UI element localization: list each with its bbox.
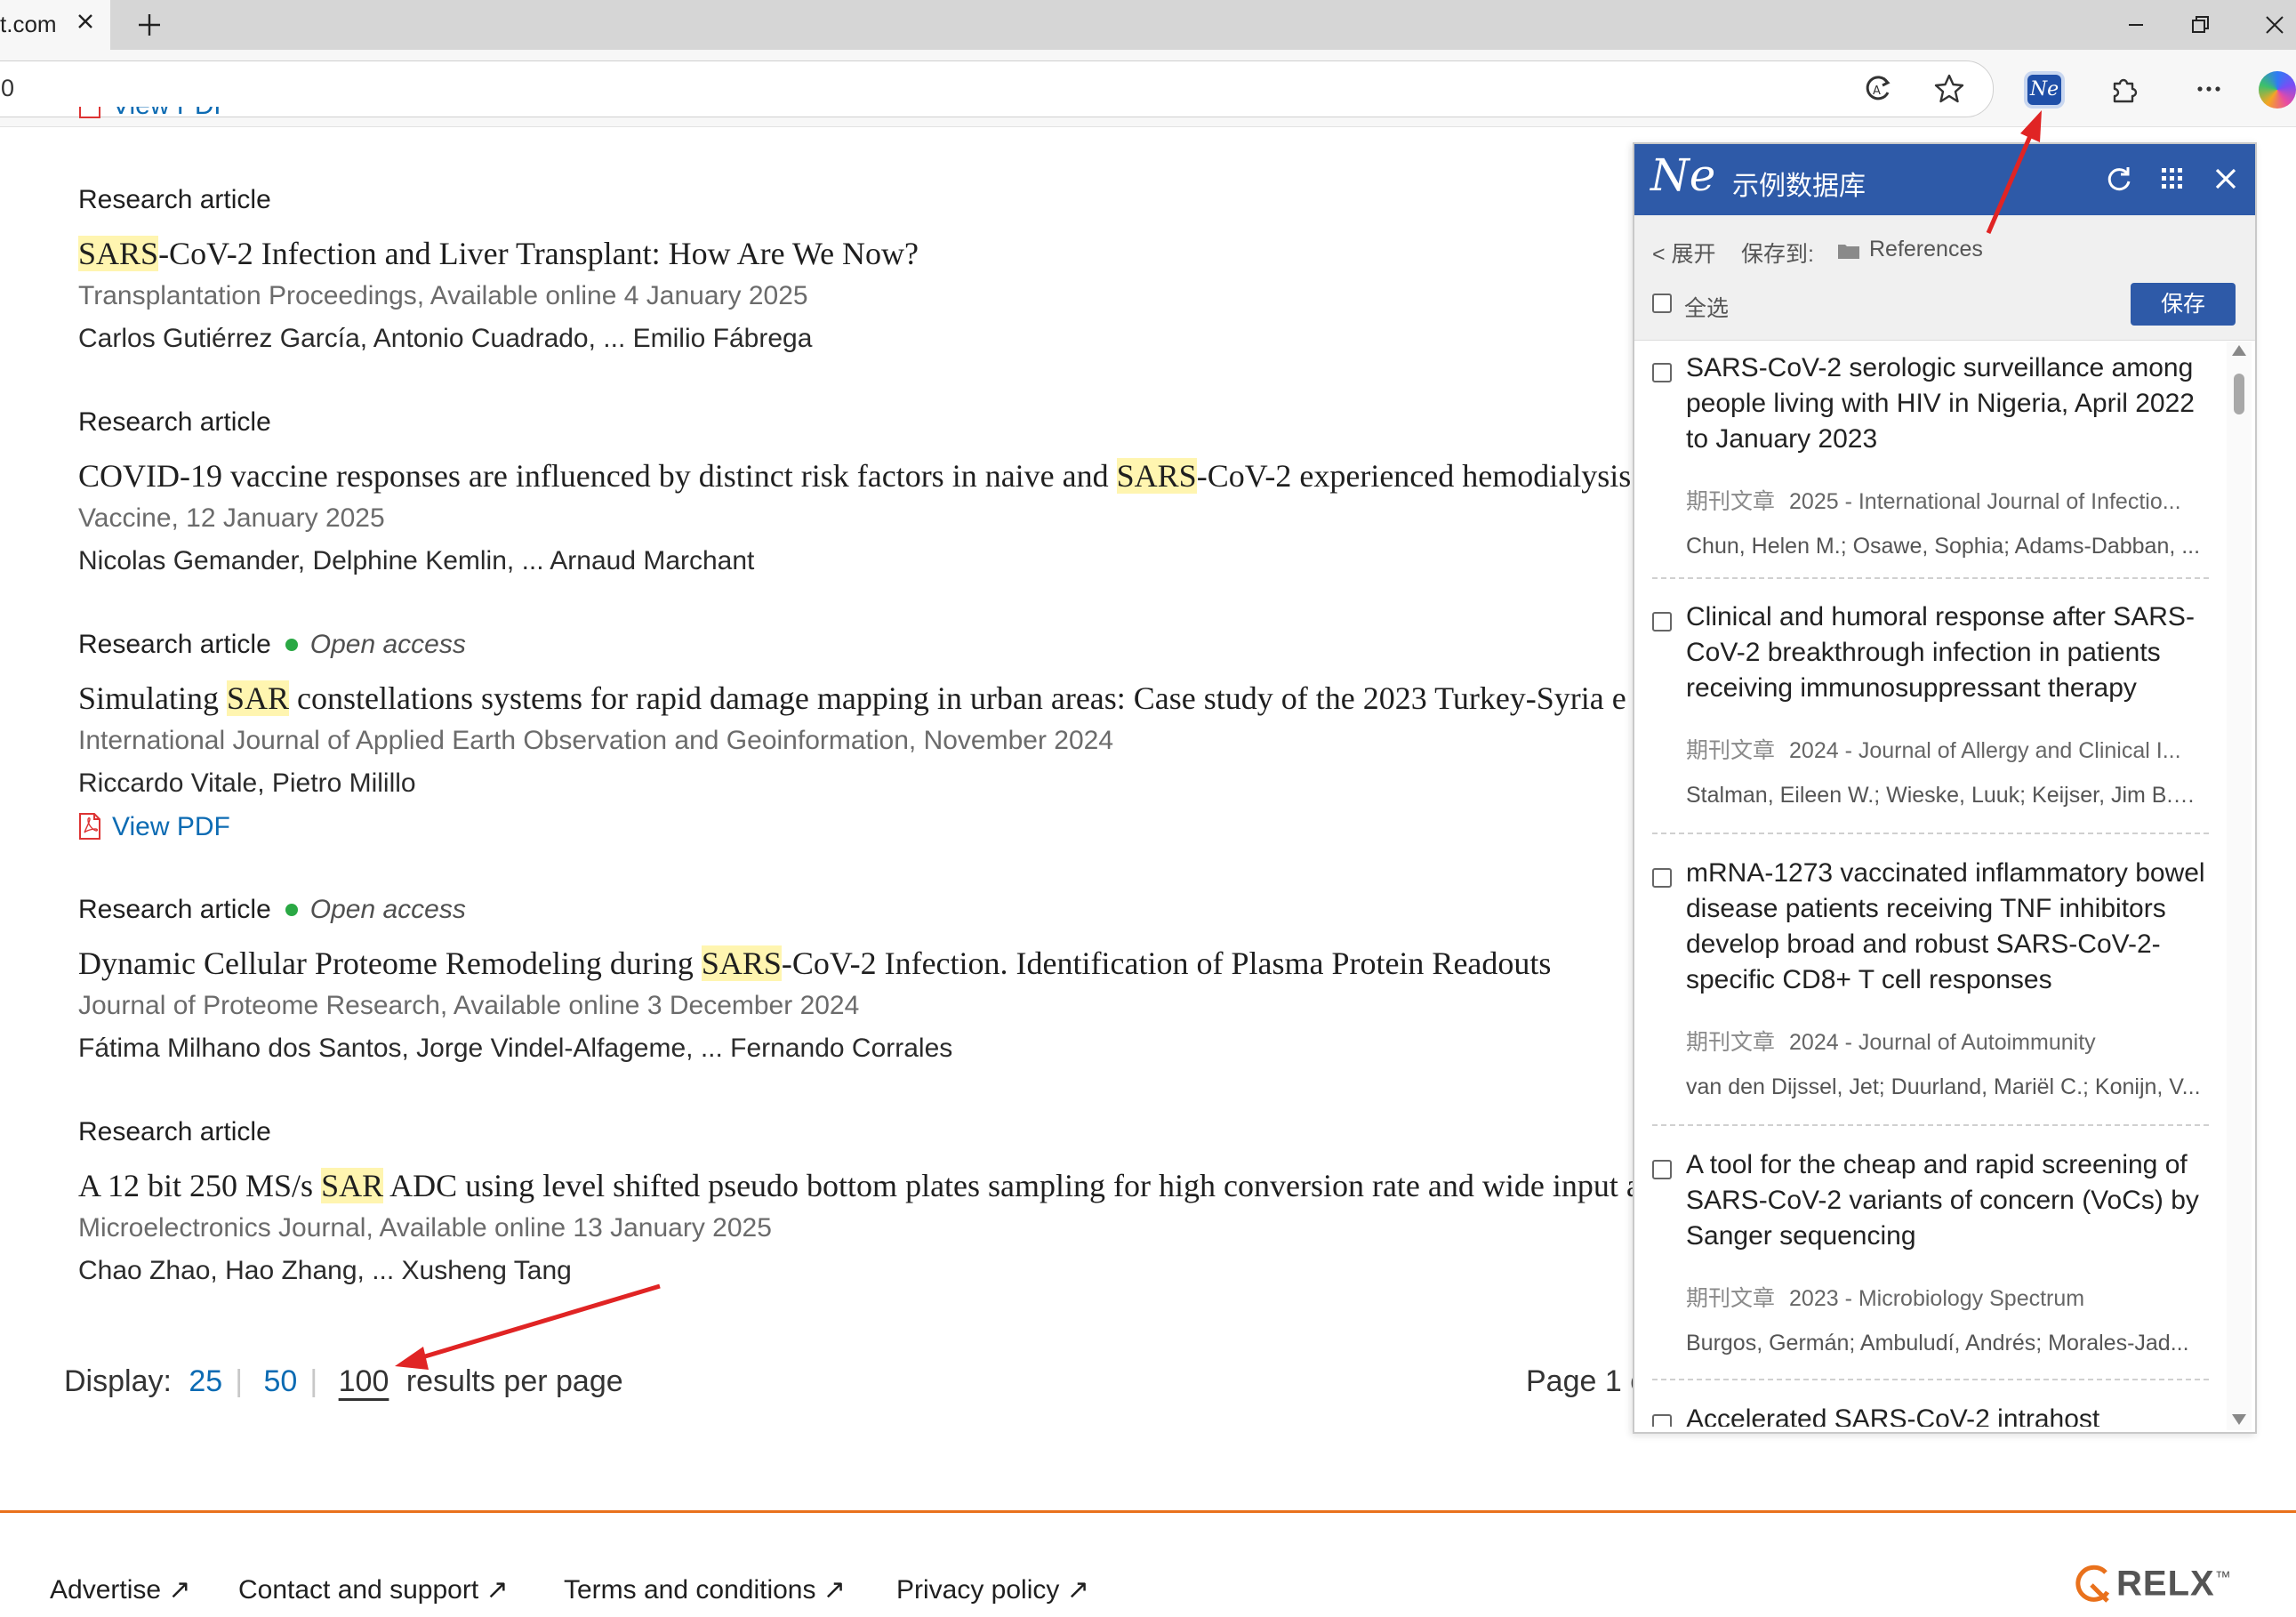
arrow-to-extension xyxy=(1986,110,2042,234)
arrow-to-100-per-page xyxy=(395,1283,661,1370)
annotation-arrows xyxy=(395,110,2042,1370)
